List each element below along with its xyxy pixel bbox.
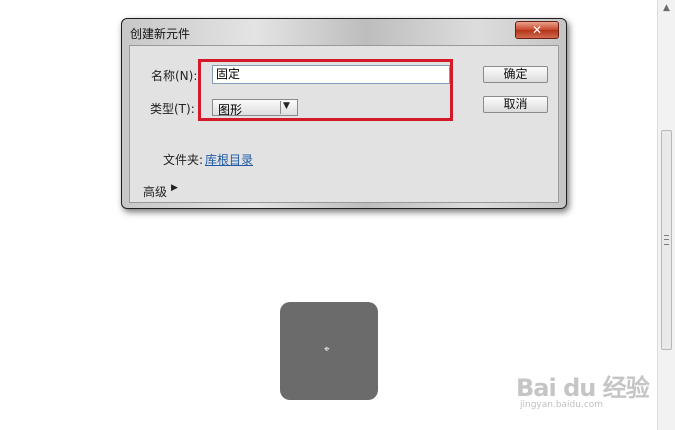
dialog-body: 名称(N): 固定 类型(T): 图形 ▼ 文件夹: 库根目录 高级 ▶ 确定 … [129,45,559,203]
watermark-logo: Bai du 经验 [516,374,650,402]
expand-arrow-icon[interactable]: ▶ [171,183,178,193]
ok-button[interactable]: 确定 [483,66,548,83]
cancel-button[interactable]: 取消 [483,96,548,113]
dialog-titlebar[interactable]: 创建新元件 ✕ [122,19,566,45]
watermark-url: jingyan.baidu.com [520,400,604,410]
dialog-title: 创建新元件 [130,27,191,41]
vertical-scrollbar[interactable]: ▲ [657,0,675,430]
close-icon: ✕ [531,23,543,37]
highlight-box [198,59,453,121]
crosshair-icon: ⌖ [324,344,330,355]
advanced-label[interactable]: 高级 [143,183,167,200]
scroll-grip-icon [664,235,669,245]
type-label: 类型(T): [150,102,195,116]
close-button[interactable]: ✕ [515,21,559,39]
folder-link[interactable]: 库根目录 [205,151,253,168]
scrollbar-thumb[interactable] [661,130,672,350]
name-label: 名称(N): [151,69,198,83]
folder-label: 文件夹: [163,153,204,167]
scroll-up-icon[interactable]: ▲ [660,0,673,16]
symbol-preview[interactable]: ⌖ [280,302,378,400]
create-new-symbol-dialog: 创建新元件 ✕ 名称(N): 固定 类型(T): 图形 ▼ 文件夹: 库根目录 … [121,18,567,209]
